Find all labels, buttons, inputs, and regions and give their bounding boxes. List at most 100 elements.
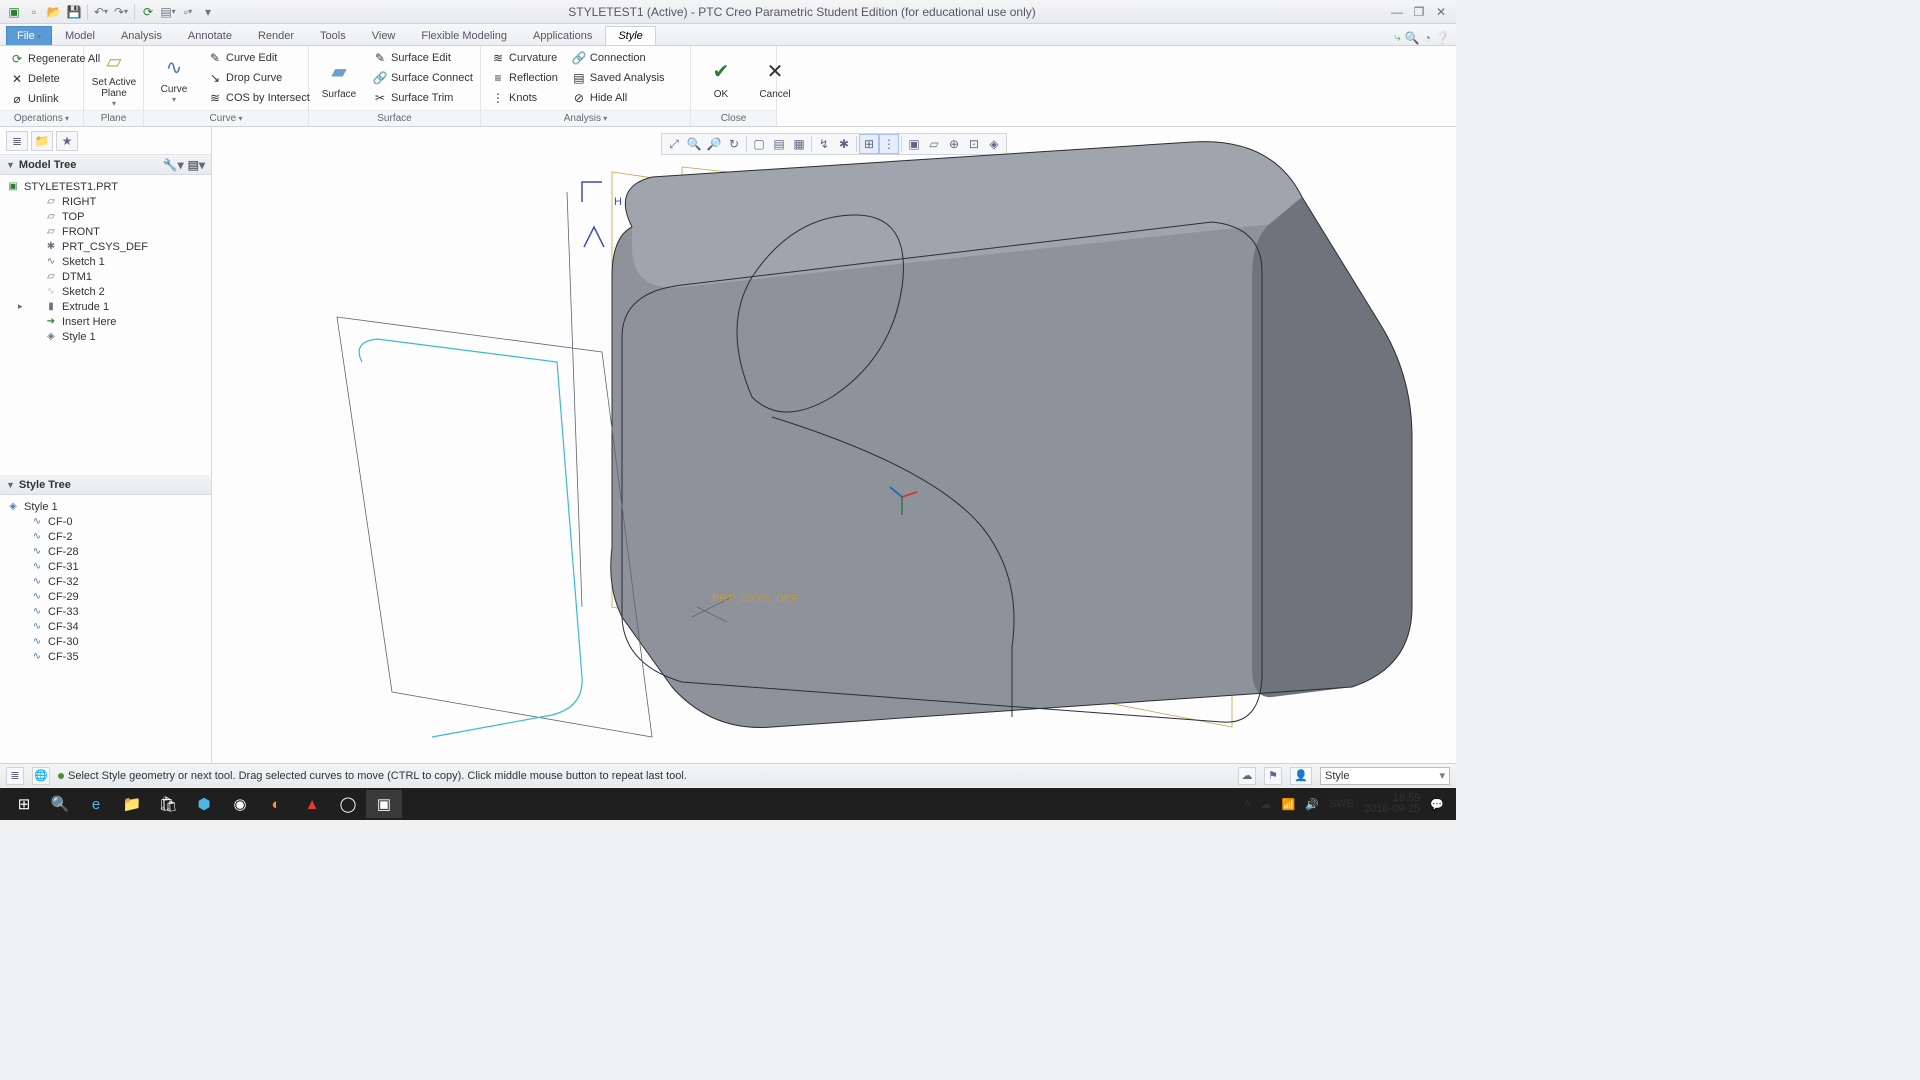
style-tree-item[interactable]: ∿CF-29 — [0, 589, 211, 604]
tab-annotate[interactable]: Annotate — [175, 26, 245, 45]
command-search-icon[interactable]: ⤷ — [1394, 30, 1401, 45]
regen-icon[interactable]: ⟳ — [139, 3, 157, 21]
surface-button[interactable]: ▰ Surface — [315, 48, 363, 108]
help-icon[interactable]: ❔ — [1435, 31, 1450, 45]
taskbar-start-icon[interactable]: ⊞ — [6, 790, 42, 818]
graphics-viewport[interactable]: H PRT_CSYS_DEF — [212, 127, 1456, 763]
tab-view[interactable]: View — [359, 26, 409, 45]
tray-volume-icon[interactable]: 🔊 — [1305, 798, 1319, 811]
tab-tools[interactable]: Tools — [307, 26, 359, 45]
model-tree-item[interactable]: ➔Insert Here — [0, 314, 211, 329]
curvature-button[interactable]: ≋Curvature — [487, 49, 562, 67]
tab-style[interactable]: Style — [605, 26, 655, 45]
model-tree-item[interactable]: ▱TOP — [0, 209, 211, 224]
taskbar-edge-icon[interactable]: e — [78, 790, 114, 818]
taskbar-steam-icon[interactable]: ◯ — [330, 790, 366, 818]
taskbar-chrome-icon[interactable]: ◉ — [222, 790, 258, 818]
open-icon[interactable]: 📂 — [45, 3, 63, 21]
set-active-plane-button[interactable]: ▱ Set Active Plane — [90, 48, 138, 108]
selection-filter[interactable]: Style▾ — [1320, 767, 1450, 785]
new-icon[interactable]: ▫ — [25, 3, 43, 21]
cancel-button[interactable]: ✕ Cancel — [751, 48, 799, 108]
tray-wifi-icon[interactable]: 📶 — [1282, 798, 1296, 811]
status-globe-icon[interactable]: 🌐 — [32, 767, 50, 785]
style-tree-item[interactable]: ∿CF-30 — [0, 634, 211, 649]
ok-button[interactable]: ✔ OK — [697, 48, 745, 108]
qat-more-icon[interactable]: ▾ — [199, 3, 217, 21]
tab-render[interactable]: Render — [245, 26, 307, 45]
status-find-icon[interactable]: 👤 — [1290, 767, 1312, 785]
model-tree-item[interactable]: ▱DTM1 — [0, 269, 211, 284]
drop-curve-button[interactable]: ↘Drop Curve — [204, 69, 314, 87]
panel-tab-star-icon[interactable]: ★ — [56, 131, 78, 151]
operations-group-label[interactable]: Operations — [0, 110, 83, 126]
save-icon[interactable]: 💾 — [65, 3, 83, 21]
reflection-button[interactable]: ≡Reflection — [487, 69, 562, 87]
style-tree-item[interactable]: ∿CF-2 — [0, 529, 211, 544]
curve-group-label[interactable]: Curve — [144, 110, 308, 126]
model-tree-item[interactable]: ▱RIGHT — [0, 194, 211, 209]
panel-tab-folder-icon[interactable]: 📁 — [31, 131, 53, 151]
tab-analysis[interactable]: Analysis — [108, 26, 175, 45]
windows-icon[interactable]: ▤ — [159, 3, 177, 21]
window-close-icon[interactable]: ✕ — [1430, 3, 1452, 21]
curve-edit-button[interactable]: ✎Curve Edit — [204, 49, 314, 67]
taskbar-firefox-icon[interactable]: ◐ — [258, 790, 294, 818]
surface-edit-button[interactable]: ✎Surface Edit — [369, 49, 477, 67]
model-tree-item[interactable]: ∿Sketch 1 — [0, 254, 211, 269]
tray-notifications-icon[interactable]: 💬 — [1430, 798, 1444, 811]
tree-settings-icon[interactable]: 🔧▾ — [163, 158, 184, 172]
curve-button[interactable]: ∿ Curve — [150, 48, 198, 108]
model-tree-root[interactable]: ▣STYLETEST1.PRT — [0, 179, 211, 194]
window-minimize-icon[interactable]: — — [1386, 3, 1408, 21]
model-tree-header[interactable]: ▼Model Tree 🔧▾ ▤▾ — [0, 155, 211, 175]
hide-all-button[interactable]: ⊘Hide All — [568, 89, 669, 107]
surface-connect-button[interactable]: 🔗Surface Connect — [369, 69, 477, 87]
tree-show-icon[interactable]: ▤▾ — [188, 158, 205, 172]
model-tree-item[interactable]: ∿Sketch 2 — [0, 284, 211, 299]
close-win-icon[interactable]: ▫ — [179, 3, 197, 21]
model-tree-item[interactable]: ◈Style 1 — [0, 329, 211, 344]
status-tree-icon[interactable]: ≣ — [6, 767, 24, 785]
style-tree-header[interactable]: ▼Style Tree — [0, 475, 211, 495]
style-tree-item[interactable]: ∿CF-35 — [0, 649, 211, 664]
connection-button[interactable]: 🔗Connection — [568, 49, 669, 67]
learn-icon[interactable]: ◔ — [1424, 31, 1431, 45]
status-cloud-icon[interactable]: ☁ — [1238, 767, 1256, 785]
status-flag-icon[interactable]: ⚑ — [1264, 767, 1282, 785]
style-tree-item[interactable]: ∿CF-28 — [0, 544, 211, 559]
file-menu[interactable]: File — [6, 26, 52, 45]
taskbar-dropbox-icon[interactable]: ⬢ — [186, 790, 222, 818]
taskbar-acrobat-icon[interactable]: ▲ — [294, 790, 330, 818]
taskbar-creo-icon[interactable]: ▣ — [366, 790, 402, 818]
style-tree-root[interactable]: ◈Style 1 — [0, 499, 211, 514]
tray-lang[interactable]: SWE — [1329, 798, 1354, 810]
undo-icon[interactable]: ↶ — [92, 3, 110, 21]
window-restore-icon[interactable]: ❐ — [1408, 3, 1430, 21]
redo-icon[interactable]: ↷ — [112, 3, 130, 21]
cos-intersect-button[interactable]: ≋COS by Intersect — [204, 89, 314, 107]
taskbar-search-icon[interactable]: 🔍 — [42, 790, 78, 818]
analysis-group-label[interactable]: Analysis — [481, 110, 690, 126]
knots-button[interactable]: ⋮Knots — [487, 89, 562, 107]
tray-chevron-icon[interactable]: ˄ — [1244, 798, 1250, 810]
model-tree-item[interactable]: ▱FRONT — [0, 224, 211, 239]
tab-model[interactable]: Model — [52, 26, 108, 45]
style-tree-item[interactable]: ∿CF-0 — [0, 514, 211, 529]
search-icon[interactable]: 🔍 — [1405, 31, 1420, 45]
taskbar-explorer-icon[interactable]: 📁 — [114, 790, 150, 818]
model-tree-item[interactable]: ✱PRT_CSYS_DEF — [0, 239, 211, 254]
style-tree-item[interactable]: ∿CF-31 — [0, 559, 211, 574]
surface-trim-button[interactable]: ✂Surface Trim — [369, 89, 477, 107]
delete-button[interactable]: ✕Delete — [6, 70, 64, 88]
taskbar-store-icon[interactable]: 🛍 — [150, 790, 186, 818]
style-tree-item[interactable]: ∿CF-34 — [0, 619, 211, 634]
model-tree-item[interactable]: ▸▮Extrude 1 — [0, 299, 211, 314]
unlink-button[interactable]: ⌀Unlink — [6, 90, 63, 108]
tray-clock[interactable]: 18:59 2016-09-25 — [1364, 793, 1420, 815]
style-tree-item[interactable]: ∿CF-32 — [0, 574, 211, 589]
panel-tab-tree-icon[interactable]: ≣ — [6, 131, 28, 151]
style-tree-item[interactable]: ∿CF-33 — [0, 604, 211, 619]
saved-analysis-button[interactable]: ▤Saved Analysis — [568, 69, 669, 87]
tray-onedrive-icon[interactable]: ☁ — [1261, 798, 1272, 811]
